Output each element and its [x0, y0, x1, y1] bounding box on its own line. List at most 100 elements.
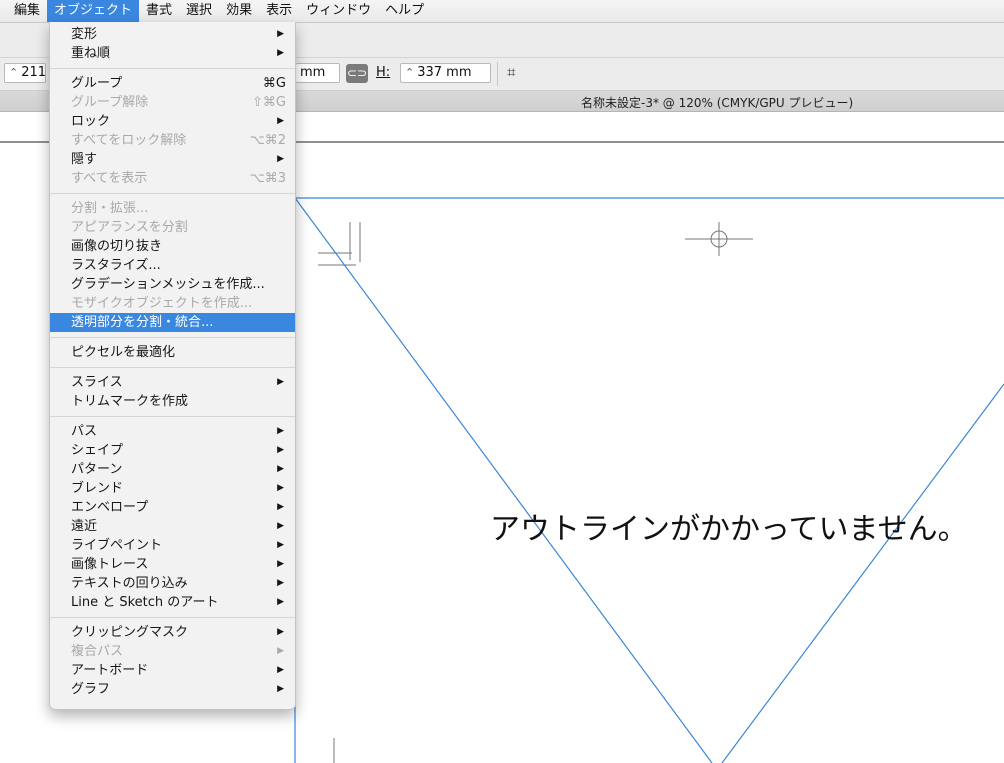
width-value: 211 — [21, 65, 46, 80]
menu-item-shortcut: ⌥⌘2 — [249, 133, 286, 148]
menu-item[interactable]: グラデーションメッシュを作成... — [50, 275, 295, 294]
menu-item[interactable]: ブレンド ▶ — [50, 479, 295, 498]
submenu-arrow-icon: ▶ — [277, 578, 284, 588]
menubar-item[interactable]: 編集 — [7, 0, 47, 22]
menu-item[interactable]: エンベロープ ▶ — [50, 498, 295, 517]
menubar-item[interactable]: 書式 — [139, 0, 179, 22]
canvas-text[interactable]: アウトラインがかかっていません。 — [490, 504, 968, 548]
menu-separator — [50, 193, 295, 194]
menu-item[interactable]: ラスタライズ... — [50, 256, 295, 275]
menu-item-label: クリッピングマスク — [71, 625, 189, 640]
height-field[interactable]: ⌃ 337 mm — [400, 63, 491, 83]
menu-item-label: 遠近 — [71, 519, 98, 534]
menu-item-label: トリムマークを作成 — [71, 394, 189, 409]
menu-item[interactable]: 画像の切り抜き — [50, 237, 295, 256]
triangle-left-edge — [294, 197, 713, 763]
menu-item-label: ロック — [71, 114, 111, 129]
menu-item[interactable]: 変形 ▶ — [50, 25, 295, 44]
menu-item[interactable]: ピクセルを最適化 — [50, 343, 295, 362]
menu-item-label: グラデーションメッシュを作成... — [71, 277, 265, 292]
menu-item-shortcut: ⌘G — [262, 76, 286, 91]
menu-item[interactable]: グループ解除 ⇧⌘G — [50, 93, 295, 112]
width-unit-field[interactable]: mm — [296, 63, 340, 83]
submenu-arrow-icon: ▶ — [277, 116, 284, 126]
stepper-icon[interactable]: ⌃ — [405, 66, 414, 79]
link-icon[interactable]: ⊂⊃ — [346, 64, 368, 83]
menubar-item[interactable]: 選択 — [179, 0, 219, 22]
menu-item[interactable]: シェイプ ▶ — [50, 441, 295, 460]
menu-item[interactable]: トリムマークを作成 — [50, 392, 295, 411]
menu-item-label: グラフ — [71, 682, 111, 697]
submenu-arrow-icon: ▶ — [277, 646, 284, 656]
divider — [497, 62, 498, 86]
width-unit: mm — [300, 65, 326, 80]
menubar-item[interactable]: オブジェクト — [47, 0, 140, 22]
menu-item-label: 複合パス — [71, 644, 124, 659]
menu-item[interactable]: パス ▶ — [50, 422, 295, 441]
menu-item[interactable]: ロック ▶ — [50, 112, 295, 131]
submenu-arrow-icon: ▶ — [277, 521, 284, 531]
object-menu: 変形 ▶ 重ね順 ▶ グループ ⌘G グループ解除 ⇧⌘G ロック ▶ すべてをロック解除 ⌥⌘2 隠す… — [49, 22, 296, 710]
transform-icon[interactable]: ⌗ — [507, 63, 515, 81]
menu-item[interactable]: 分割・拡張... — [50, 199, 295, 218]
menu-item[interactable]: すべてをロック解除 ⌥⌘2 — [50, 131, 295, 150]
menu-item-label: すべてをロック解除 — [71, 133, 187, 148]
menu-item[interactable]: 画像トレース ▶ — [50, 555, 295, 574]
menubar-item[interactable]: 効果 — [219, 0, 259, 22]
submenu-arrow-icon: ▶ — [277, 464, 284, 474]
stepper-icon[interactable]: ⌃ — [9, 66, 18, 79]
menu-item[interactable]: 重ね順 ▶ — [50, 44, 295, 63]
menu-item-shortcut: ⇧⌘G — [252, 95, 286, 110]
menu-item[interactable]: パターン ▶ — [50, 460, 295, 479]
menu-item-label: スライス — [71, 375, 123, 390]
submenu-arrow-icon: ▶ — [277, 540, 284, 550]
menu-item[interactable]: 透明部分を分割・統合... — [50, 313, 295, 332]
menu-item-label: パス — [71, 424, 98, 439]
width-field[interactable]: ⌃ 211 — [4, 63, 46, 83]
menu-item-label: エンベロープ — [71, 500, 149, 515]
menu-item[interactable]: グラフ ▶ — [50, 680, 295, 699]
menu-item[interactable]: 遠近 ▶ — [50, 517, 295, 536]
menu-item-label: ピクセルを最適化 — [71, 345, 176, 360]
menu-item[interactable]: すべてを表示 ⌥⌘3 — [50, 169, 295, 188]
menu-separator — [50, 68, 295, 69]
menu-item-label: 分割・拡張... — [71, 201, 149, 216]
menu-item[interactable]: アートボード ▶ — [50, 661, 295, 680]
menu-item[interactable]: アピアランスを分割 — [50, 218, 295, 237]
menubar-item[interactable]: ウィンドウ — [299, 0, 378, 22]
menu-item-label: すべてを表示 — [71, 171, 148, 186]
menu-item-label: 変形 — [71, 27, 98, 42]
submenu-arrow-icon: ▶ — [277, 684, 284, 694]
menu-item-label: グループ解除 — [71, 95, 149, 110]
height-value: 337 mm — [417, 65, 472, 80]
menu-item[interactable]: 複合パス ▶ — [50, 642, 295, 661]
submenu-arrow-icon: ▶ — [277, 665, 284, 675]
submenu-arrow-icon: ▶ — [277, 559, 284, 569]
menu-item-label: 画像トレース — [71, 557, 149, 572]
menu-item[interactable]: テキストの回り込み ▶ — [50, 574, 295, 593]
menu-item-label: アートボード — [71, 663, 149, 678]
menu-item-label: 透明部分を分割・統合... — [71, 315, 214, 330]
menu-item[interactable]: モザイクオブジェクトを作成... — [50, 294, 295, 313]
menubar: 編集 オブジェクト 書式 選択 効果 表示 ウィンドウ ヘルプ — [0, 0, 1004, 23]
submenu-arrow-icon: ▶ — [277, 597, 284, 607]
submenu-arrow-icon: ▶ — [277, 502, 284, 512]
menu-item[interactable]: スライス ▶ — [50, 373, 295, 392]
submenu-arrow-icon: ▶ — [277, 426, 284, 436]
menu-item[interactable]: グループ ⌘G — [50, 74, 295, 93]
menu-separator — [50, 367, 295, 368]
submenu-arrow-icon: ▶ — [277, 627, 284, 637]
menu-item[interactable]: クリッピングマスク ▶ — [50, 623, 295, 642]
menu-item-label: アピアランスを分割 — [71, 220, 188, 235]
menu-item[interactable]: 隠す ▶ — [50, 150, 295, 169]
menu-item[interactable]: ライブペイント ▶ — [50, 536, 295, 555]
menubar-item[interactable]: ヘルプ — [378, 0, 431, 22]
submenu-arrow-icon: ▶ — [277, 154, 284, 164]
document-title: 名称未設定-3* @ 120% (CMYK/GPU プレビュー) — [581, 96, 854, 110]
menu-item-label: テキストの回り込み — [71, 576, 188, 591]
menu-item[interactable]: Line と Sketch のアート ▶ — [50, 593, 295, 612]
menu-item-label: モザイクオブジェクトを作成... — [71, 296, 253, 311]
menubar-item[interactable]: 表示 — [259, 0, 299, 22]
menu-item-label: 隠す — [71, 152, 98, 167]
submenu-arrow-icon: ▶ — [277, 377, 284, 387]
